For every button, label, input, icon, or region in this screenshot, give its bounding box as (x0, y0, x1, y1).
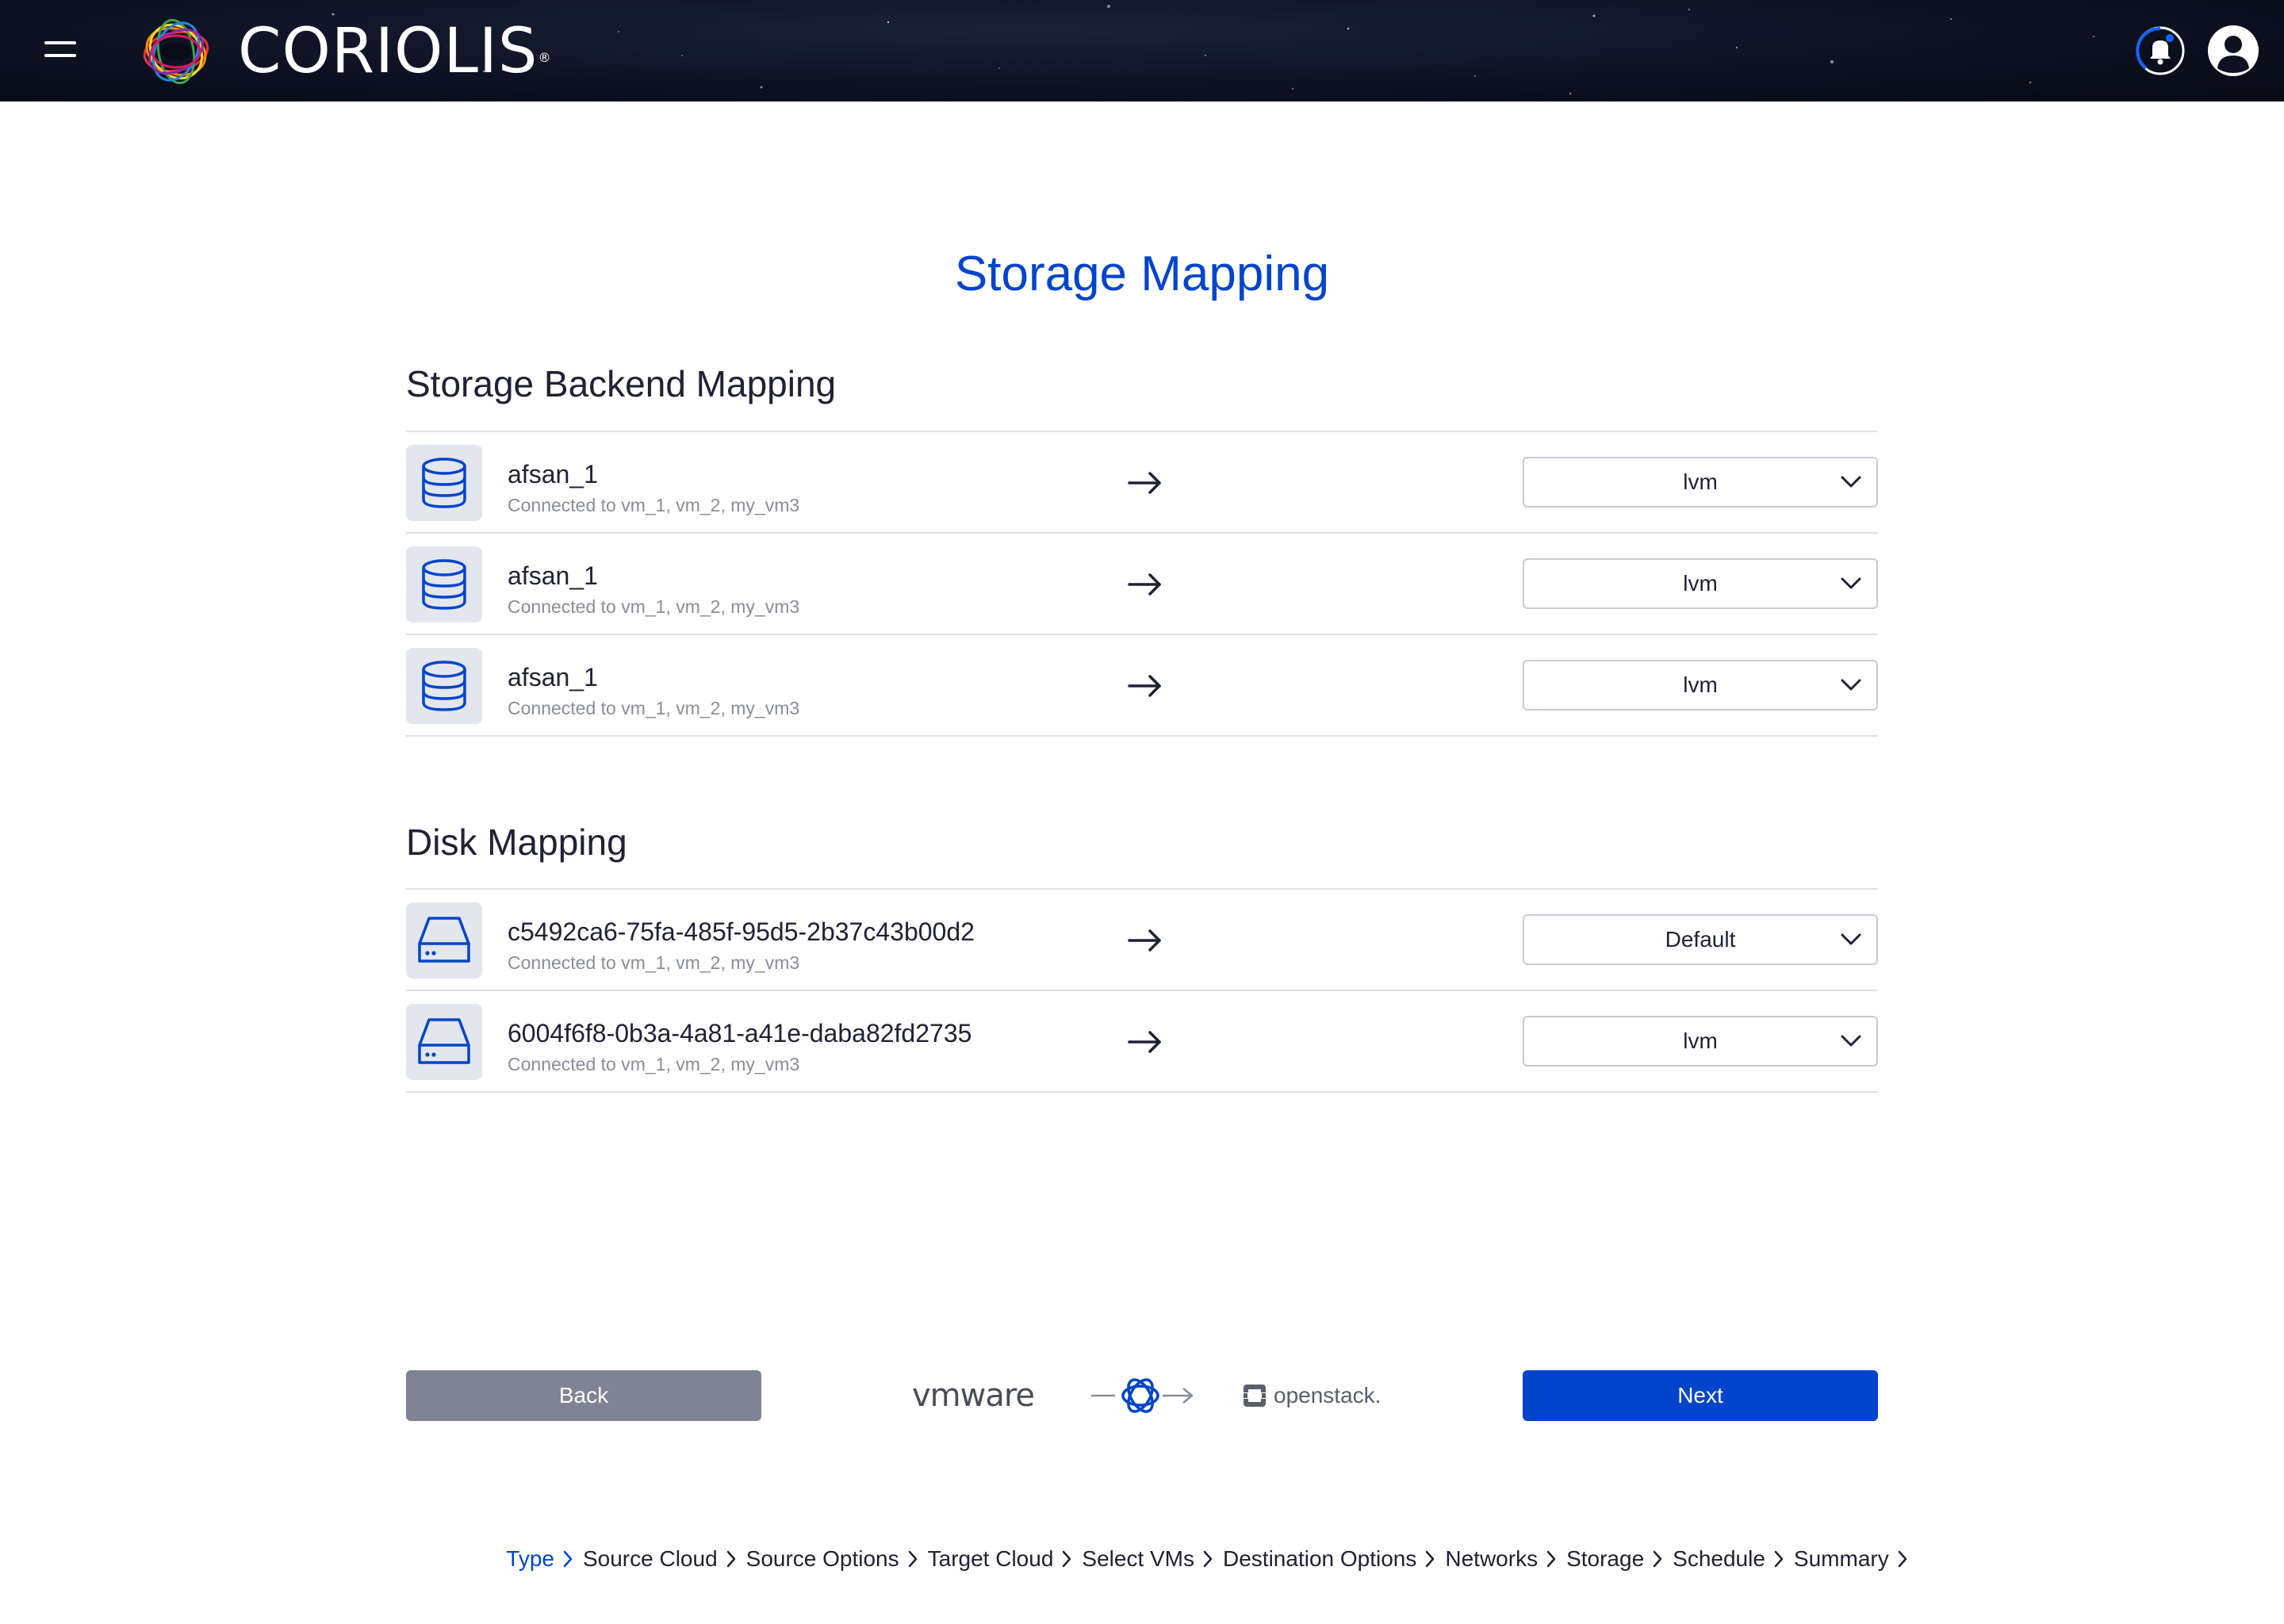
chevron-down-icon (1841, 933, 1861, 945)
backend-connected-text: Connected to vm_1, vm_2, my_vm3 (508, 698, 800, 718)
arrow-right-icon (1128, 573, 1161, 596)
backend-target-dropdown[interactable]: lvm (1523, 558, 1878, 609)
chevron-down-icon (1841, 679, 1861, 691)
disk-drive-icon (406, 1004, 482, 1080)
backend-mapping-row: afsan_1 Connected to vm_1, vm_2, my_vm3 … (406, 534, 1878, 635)
openstack-logo: openstack. (1242, 1378, 1381, 1413)
wizard-breadcrumb: Type Source Cloud Source Options Target … (0, 1543, 2284, 1575)
breadcrumb-item-source-cloud[interactable]: Source Cloud (583, 1546, 737, 1572)
app-name: CORIOLIS® (238, 16, 552, 87)
back-button[interactable]: Back (406, 1370, 761, 1421)
arrow-right-icon (1128, 1031, 1161, 1053)
vmware-logo: vmware (912, 1377, 1035, 1414)
breadcrumb-item-type[interactable]: Type (506, 1546, 573, 1572)
arrow-right-icon (1128, 675, 1161, 697)
backend-mapping-row: afsan_1 Connected to vm_1, vm_2, my_vm3 … (406, 432, 1878, 534)
backend-name: afsan_1 (508, 561, 598, 590)
disk-name: c5492ca6-75fa-485f-95d5-2b37c43b00d2 (508, 917, 975, 946)
disk-mapping-section-title: Disk Mapping (406, 822, 627, 863)
backend-name: afsan_1 (508, 663, 598, 691)
database-icon (406, 445, 482, 521)
disk-drive-icon (406, 902, 482, 979)
breadcrumb-item-summary[interactable]: Summary (1794, 1546, 1908, 1572)
storage-backend-list: afsan_1 Connected to vm_1, vm_2, my_vm3 … (406, 431, 1878, 737)
breadcrumb-item-select-vms[interactable]: Select VMs (1082, 1546, 1213, 1572)
chevron-right-icon (1203, 1550, 1213, 1568)
chevron-right-icon (563, 1550, 573, 1568)
user-avatar-icon[interactable] (2206, 24, 2260, 78)
chevron-down-icon (1841, 577, 1861, 589)
openstack-mark-icon (1244, 1385, 1266, 1407)
breadcrumb-item-storage[interactable]: Storage (1566, 1546, 1663, 1572)
migration-direction-icon (1091, 1378, 1194, 1413)
database-icon (406, 648, 482, 724)
disk-target-dropdown[interactable]: Default (1523, 914, 1878, 965)
dropdown-selected-value: lvm (1683, 672, 1718, 697)
breadcrumb-item-schedule[interactable]: Schedule (1673, 1546, 1784, 1572)
chevron-right-icon (726, 1550, 735, 1568)
coriolis-logo-icon (143, 18, 209, 85)
dropdown-selected-value: lvm (1683, 1028, 1718, 1053)
disk-mapping-row: c5492ca6-75fa-485f-95d5-2b37c43b00d2 Con… (406, 890, 1878, 991)
disk-connected-text: Connected to vm_1, vm_2, my_vm3 (508, 952, 800, 973)
chevron-right-icon (908, 1550, 917, 1568)
backend-mapping-row: afsan_1 Connected to vm_1, vm_2, my_vm3 … (406, 635, 1878, 737)
chevron-right-icon (1898, 1550, 1907, 1568)
breadcrumb-item-source-options[interactable]: Source Options (746, 1546, 918, 1572)
arrow-right-icon (1128, 929, 1161, 952)
breadcrumb-item-destination-options[interactable]: Destination Options (1223, 1546, 1435, 1572)
dropdown-selected-value: Default (1665, 927, 1736, 952)
breadcrumb-item-target-cloud[interactable]: Target Cloud (928, 1546, 1073, 1572)
chevron-right-icon (1063, 1550, 1071, 1568)
disk-target-dropdown[interactable]: lvm (1523, 1016, 1878, 1067)
disk-connected-text: Connected to vm_1, vm_2, my_vm3 (508, 1054, 800, 1074)
chevron-down-icon (1841, 1035, 1861, 1047)
chevron-right-icon (1426, 1550, 1435, 1568)
backend-name: afsan_1 (508, 460, 598, 488)
disk-mapping-list: c5492ca6-75fa-485f-95d5-2b37c43b00d2 Con… (406, 888, 1878, 1093)
top-bar: CORIOLIS® (0, 0, 2284, 102)
next-button[interactable]: Next (1523, 1370, 1878, 1421)
backend-target-dropdown[interactable]: lvm (1523, 660, 1878, 710)
dropdown-selected-value: lvm (1683, 571, 1718, 596)
chevron-right-icon (1653, 1550, 1662, 1568)
backend-connected-text: Connected to vm_1, vm_2, my_vm3 (508, 495, 800, 515)
page-title: Storage Mapping (954, 247, 1330, 301)
disk-mapping-row: 6004f6f8-0b3a-4a81-a41e-daba82fd2735 Con… (406, 991, 1878, 1093)
storage-backend-section-title: Storage Backend Mapping (406, 363, 837, 404)
bell-icon[interactable] (2135, 25, 2186, 76)
database-icon (406, 546, 482, 622)
hamburger-menu-icon[interactable] (44, 36, 81, 60)
chevron-down-icon (1841, 476, 1861, 488)
backend-connected-text: Connected to vm_1, vm_2, my_vm3 (508, 596, 800, 617)
chevron-right-icon (1774, 1550, 1784, 1568)
breadcrumb-item-networks[interactable]: Networks (1445, 1546, 1557, 1572)
backend-target-dropdown[interactable]: lvm (1523, 457, 1878, 508)
disk-name: 6004f6f8-0b3a-4a81-a41e-daba82fd2735 (508, 1019, 972, 1048)
dropdown-selected-value: lvm (1683, 469, 1718, 494)
openstack-wordmark: openstack. (1274, 1383, 1382, 1408)
arrow-right-icon (1128, 472, 1161, 494)
chevron-right-icon (1546, 1550, 1556, 1568)
